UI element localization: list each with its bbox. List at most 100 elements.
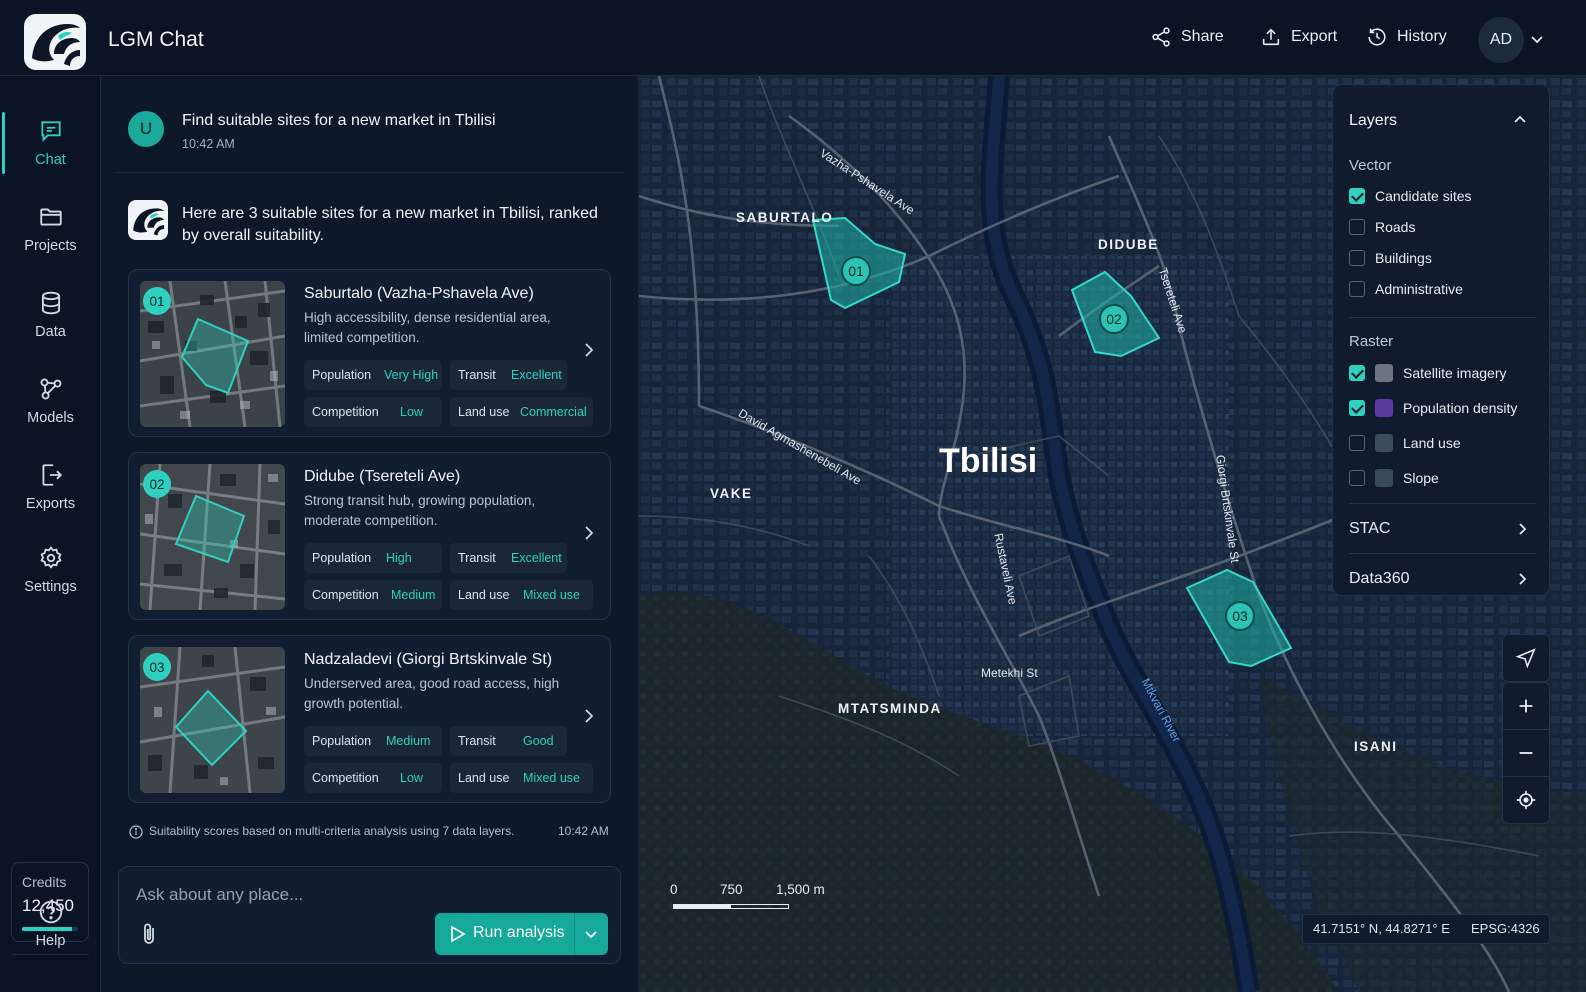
chevron-right-icon[interactable]	[581, 342, 597, 358]
layer-toggle-satellite[interactable]: Satellite imagery	[1349, 364, 1507, 382]
checkbox[interactable]	[1349, 250, 1365, 266]
info-icon	[129, 825, 143, 839]
layer-toggle-candidate-sites[interactable]: Candidate sites	[1349, 188, 1472, 204]
nav-item-models[interactable]: Models	[0, 376, 101, 426]
street-label: Metekhi St	[981, 666, 1038, 680]
history-label: History	[1397, 28, 1447, 45]
nav-item-help[interactable]: Help	[0, 899, 101, 949]
tag-label: Land use	[458, 405, 510, 419]
export-button[interactable]: Export	[1260, 26, 1337, 48]
tag-label: Population	[312, 551, 372, 565]
share-icon	[1152, 27, 1170, 47]
locate-button[interactable]	[1502, 776, 1550, 824]
layers-divider	[1349, 553, 1536, 554]
site-description: High accessibility, dense residential ar…	[304, 310, 551, 345]
site-rank-badge: 01	[143, 287, 171, 315]
tag-value: Mixed use	[523, 588, 580, 602]
district-label: ISANI	[1354, 739, 1398, 754]
share-button[interactable]: Share	[1150, 26, 1224, 48]
database-icon	[41, 291, 60, 315]
tag-value: Low	[400, 771, 423, 785]
app-header: LGM Chat Share Export History AD	[0, 0, 1586, 76]
district-label: DIDUBE	[1098, 237, 1159, 252]
checkbox[interactable]	[1349, 281, 1365, 297]
checkbox[interactable]	[1349, 470, 1365, 486]
chat-input[interactable]	[136, 883, 596, 907]
tag-competition: Competition Medium	[304, 580, 442, 610]
city-label: Tbilisi	[939, 442, 1038, 480]
user-avatar[interactable]: AD	[1478, 17, 1524, 63]
layer-toggle-population-density[interactable]: Population density	[1349, 399, 1517, 417]
nav-item-data[interactable]: Data	[0, 290, 101, 340]
site-card[interactable]: 03 Nadzaladevi (Giorgi Brtskinvale St) U…	[128, 635, 611, 803]
tag-label: Transit	[458, 551, 496, 565]
tag-transit: Transit Excellent	[450, 360, 567, 390]
layer-label: Administrative	[1375, 281, 1463, 297]
site-card[interactable]: 02 Didube (Tsereteli Ave) Strong transit…	[128, 452, 611, 620]
chevron-right-icon[interactable]	[581, 525, 597, 541]
layer-toggle-administrative[interactable]: Administrative	[1349, 281, 1463, 297]
chevron-right-icon[interactable]	[581, 708, 597, 724]
layer-swatch	[1375, 399, 1393, 417]
raster-section-label: Raster	[1349, 333, 1394, 350]
gear-icon	[39, 546, 62, 569]
nav-item-exports[interactable]: Exports	[0, 462, 101, 512]
chevron-up-icon[interactable]	[1513, 113, 1527, 127]
plus-icon	[1519, 699, 1533, 713]
navigate-button[interactable]	[1502, 634, 1550, 682]
tag-label: Population	[312, 368, 372, 382]
data360-link[interactable]: Data360	[1349, 570, 1410, 588]
minus-icon	[1519, 752, 1533, 754]
run-analysis-button[interactable]: Run analysis	[435, 913, 608, 955]
app-title: LGM Chat	[108, 28, 204, 51]
tag-competition: Competition Low	[304, 397, 442, 427]
tag-land-use: Land use Mixed use	[450, 763, 593, 793]
layers-panel: Layers Vector Candidate sites Roads Buil…	[1332, 84, 1550, 596]
checkbox[interactable]	[1349, 219, 1365, 235]
chevron-right-icon[interactable]	[1515, 572, 1529, 586]
chevron-down-icon[interactable]	[584, 927, 598, 941]
checkbox[interactable]	[1349, 188, 1365, 204]
tag-population: Population High	[304, 543, 442, 573]
zoom-in-button[interactable]	[1502, 682, 1550, 730]
scale-tick: 0	[670, 882, 678, 897]
nav-item-chat[interactable]: Chat	[0, 118, 101, 168]
layer-label: Satellite imagery	[1403, 365, 1507, 381]
chevron-right-icon[interactable]	[1515, 522, 1529, 536]
tag-label: Transit	[458, 734, 496, 748]
nav-label: Projects	[24, 238, 77, 254]
checkbox[interactable]	[1349, 365, 1365, 381]
tag-population: Population Medium	[304, 726, 442, 756]
layer-toggle-land-use[interactable]: Land use	[1349, 434, 1461, 452]
site-title: Didube (Tsereteli Ave)	[304, 468, 461, 485]
layer-toggle-slope[interactable]: Slope	[1349, 469, 1439, 487]
scale-tick: 1,500 m	[776, 882, 825, 897]
user-message: Find suitable sites for a new market in …	[182, 112, 496, 129]
paperclip-icon[interactable]	[138, 921, 160, 947]
checkbox[interactable]	[1349, 435, 1365, 451]
tag-value: Excellent	[511, 368, 562, 382]
map-site-marker[interactable]: 03	[1225, 601, 1255, 631]
tag-value: Commercial	[520, 405, 587, 419]
layer-toggle-roads[interactable]: Roads	[1349, 219, 1415, 235]
tag-label: Competition	[312, 405, 379, 419]
site-thumbnail: 01	[140, 281, 285, 427]
tag-value: Excellent	[511, 551, 562, 565]
layer-swatch	[1375, 469, 1393, 487]
map-site-marker[interactable]: 01	[841, 256, 871, 286]
nav-item-settings[interactable]: Settings	[0, 545, 101, 595]
stac-link[interactable]: STAC	[1349, 520, 1390, 538]
checkbox[interactable]	[1349, 400, 1365, 416]
zoom-out-button[interactable]	[1502, 729, 1550, 777]
tag-label: Land use	[458, 588, 510, 602]
nav-item-projects[interactable]: Projects	[0, 204, 101, 254]
layer-toggle-buildings[interactable]: Buildings	[1349, 250, 1432, 266]
tag-label: Land use	[458, 771, 510, 785]
chat-panel: U Find suitable sites for a new market i…	[101, 76, 639, 992]
site-card[interactable]: 01 Saburtalo (Vazha-Pshavela Ave) High a…	[128, 269, 611, 437]
crs-label: EPSG:4326	[1471, 921, 1540, 936]
chevron-down-icon[interactable]	[1530, 32, 1544, 46]
map-site-marker[interactable]: 02	[1099, 304, 1129, 334]
map-view[interactable]: 01 02 03 SABURTALO DIDUBE VAKE MTATSMIND…	[639, 76, 1586, 992]
history-button[interactable]: History	[1366, 26, 1447, 48]
